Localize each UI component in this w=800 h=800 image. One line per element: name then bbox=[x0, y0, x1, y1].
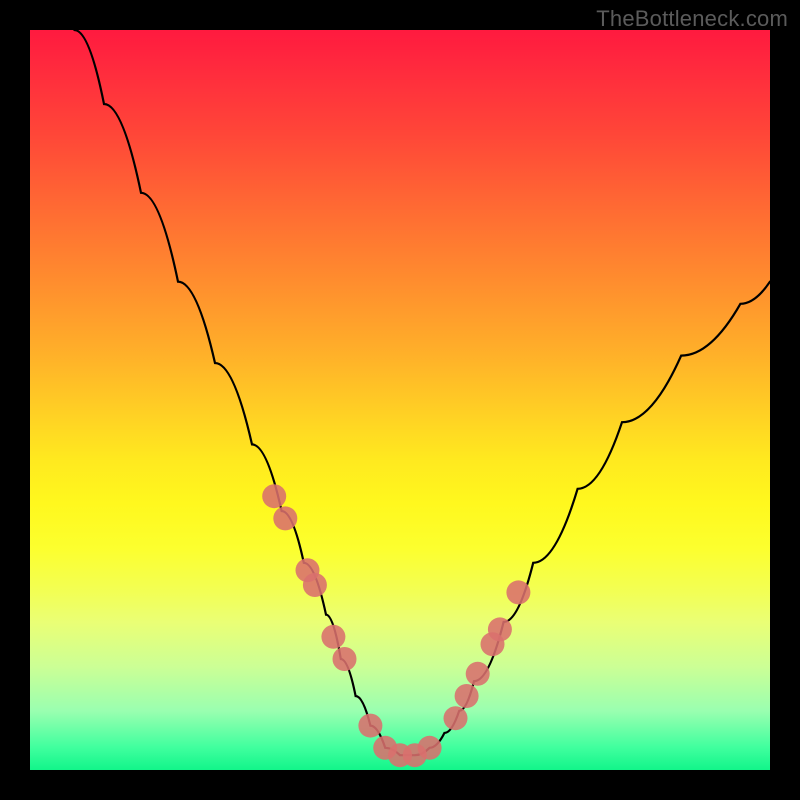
chart-frame: TheBottleneck.com bbox=[0, 0, 800, 800]
highlight-dot bbox=[273, 506, 297, 530]
highlight-dot bbox=[303, 573, 327, 597]
highlight-dots-group bbox=[262, 484, 530, 767]
highlight-dot bbox=[444, 706, 468, 730]
highlight-dot bbox=[358, 714, 382, 738]
highlight-dot bbox=[488, 617, 512, 641]
highlight-dot bbox=[333, 647, 357, 671]
highlight-dot bbox=[262, 484, 286, 508]
highlight-dot bbox=[455, 684, 479, 708]
highlight-dot bbox=[466, 662, 490, 686]
highlight-dot bbox=[506, 580, 530, 604]
highlight-dot bbox=[418, 736, 442, 760]
bottleneck-curve bbox=[74, 30, 770, 755]
highlight-dot bbox=[321, 625, 345, 649]
watermark-label: TheBottleneck.com bbox=[596, 6, 788, 32]
plot-area bbox=[30, 30, 770, 770]
curve-svg bbox=[30, 30, 770, 770]
